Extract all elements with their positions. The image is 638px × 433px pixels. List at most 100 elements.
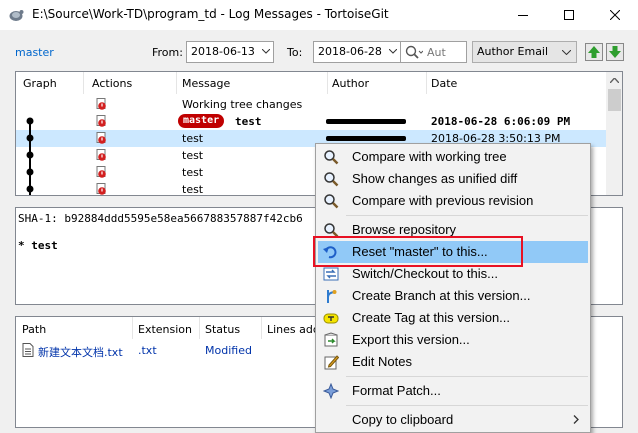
modified-file-icon: [96, 183, 106, 195]
from-label: From:: [152, 46, 183, 59]
sha-line: SHA-1: b92884ddd5595e58ea566788357887f42…: [18, 212, 303, 225]
chevron-right-icon: [573, 415, 579, 424]
menu-item-label: Export this version...: [352, 332, 470, 347]
magnifier-previous-icon: [324, 194, 339, 209]
chevron-down-icon: [389, 49, 397, 54]
menu-item-edit-notes[interactable]: Edit Notes: [318, 351, 588, 373]
column-divider: [132, 317, 133, 339]
author-redacted: [326, 119, 406, 124]
menu-item-compare-working-tree[interactable]: Compare with working tree: [318, 146, 588, 168]
magnifier-diff-icon: [324, 172, 339, 187]
column-extension[interactable]: Extension: [138, 323, 192, 336]
search-placeholder: Aut: [427, 46, 446, 59]
to-date-value: 2018-06-28: [318, 45, 382, 58]
log-message: test: [235, 115, 262, 128]
from-date-value: 2018-06-13: [191, 45, 255, 58]
graph-node-icon: [26, 147, 34, 164]
title-bar[interactable]: E:\Source\Work-TD\program_td - Log Messa…: [0, 0, 638, 30]
graph-node-icon: [26, 130, 34, 147]
menu-item-label: Copy to clipboard: [352, 412, 454, 427]
log-message: test: [182, 132, 204, 145]
file-extension: .txt: [138, 344, 157, 357]
search-icon: [405, 45, 423, 59]
menu-item-create-tag[interactable]: Create Tag at this version...: [318, 307, 588, 329]
tortoisegit-app-icon: [8, 7, 24, 23]
search-field-select[interactable]: Author Email: [472, 41, 577, 63]
column-message[interactable]: Message: [182, 77, 230, 90]
menu-item-label: Create Branch at this version...: [352, 288, 531, 303]
scroll-thumb[interactable]: [608, 89, 621, 111]
modified-file-icon: [96, 166, 106, 178]
arrow-down-icon: [609, 46, 621, 58]
menu-item-create-branch[interactable]: Create Branch at this version...: [318, 285, 588, 307]
format-patch-icon: [323, 383, 339, 399]
from-date-picker[interactable]: 2018-06-13: [186, 41, 274, 63]
column-divider: [199, 317, 200, 339]
chevron-down-icon: [262, 49, 270, 54]
chevron-down-icon: [562, 50, 571, 55]
graph-node-icon: [26, 181, 34, 195]
export-icon: [324, 332, 338, 347]
context-menu[interactable]: Compare with working tree Show changes a…: [313, 143, 591, 433]
log-message: Working tree changes: [182, 98, 303, 111]
menu-item-format-patch[interactable]: Format Patch...: [318, 380, 588, 402]
menu-separator: [346, 405, 588, 406]
modified-file-icon: [96, 115, 106, 127]
menu-item-label: Browse repository: [352, 222, 457, 237]
log-message: test: [182, 183, 204, 196]
log-row[interactable]: Working tree changes: [16, 96, 606, 113]
magnifier-compare-icon: [324, 150, 339, 165]
author-redacted: [326, 136, 406, 141]
menu-separator: [346, 215, 588, 216]
column-path[interactable]: Path: [22, 323, 46, 336]
graph-node-icon: [26, 117, 34, 130]
column-graph[interactable]: Graph: [23, 77, 57, 90]
column-status[interactable]: Status: [205, 323, 240, 336]
menu-item-label: Edit Notes: [352, 354, 412, 369]
menu-item-compare-previous[interactable]: Compare with previous revision: [318, 190, 588, 212]
commit-message: * test: [18, 239, 58, 252]
close-button[interactable]: [592, 0, 638, 30]
modified-file-icon: [96, 149, 106, 161]
switch-checkout-icon: [323, 267, 339, 281]
menu-item-label: Format Patch...: [352, 383, 441, 398]
branch-label-badge: master: [178, 114, 225, 128]
create-tag-icon: [323, 313, 339, 324]
search-field-value: Author Email: [477, 45, 549, 58]
log-message: test: [182, 166, 204, 179]
column-author[interactable]: Author: [332, 77, 369, 90]
column-divider: [327, 72, 328, 94]
window-title: E:\Source\Work-TD\program_td - Log Messa…: [32, 7, 389, 21]
menu-item-switch-checkout[interactable]: Switch/Checkout to this...: [318, 263, 588, 285]
modified-file-icon: [96, 98, 106, 110]
menu-item-export[interactable]: Export this version...: [318, 329, 588, 351]
modified-file-icon: [96, 132, 106, 144]
column-date[interactable]: Date: [431, 77, 457, 90]
column-actions[interactable]: Actions: [92, 77, 132, 90]
search-input[interactable]: Aut: [400, 41, 467, 63]
log-message: test: [182, 149, 204, 162]
menu-item-label: Show changes as unified diff: [352, 171, 518, 186]
file-status: Modified: [205, 344, 252, 357]
minimize-button[interactable]: [500, 0, 546, 30]
file-path: 新建文本文档.txt: [38, 346, 123, 359]
menu-item-label: Create Tag at this version...: [352, 310, 511, 325]
previous-button[interactable]: [585, 43, 603, 61]
menu-separator: [346, 376, 588, 377]
maximize-button[interactable]: [546, 0, 592, 30]
text-file-icon: [22, 343, 34, 357]
menu-item-label: Compare with previous revision: [352, 193, 534, 208]
graph-node-icon: [26, 164, 34, 181]
branch-link[interactable]: master: [15, 46, 54, 59]
scroll-up-icon[interactable]: [610, 78, 619, 83]
create-branch-icon: [327, 290, 337, 303]
column-divider: [176, 72, 177, 94]
log-date: 2018-06-28 6:06:09 PM: [431, 115, 571, 128]
log-scrollbar[interactable]: [606, 72, 622, 195]
log-row[interactable]: master test 2018-06-28 6:06:09 PM: [16, 113, 606, 130]
to-label: To:: [287, 46, 303, 59]
menu-item-unified-diff[interactable]: Show changes as unified diff: [318, 168, 588, 190]
next-button[interactable]: [606, 43, 624, 61]
arrow-up-icon: [588, 46, 600, 58]
to-date-picker[interactable]: 2018-06-28: [313, 41, 401, 63]
